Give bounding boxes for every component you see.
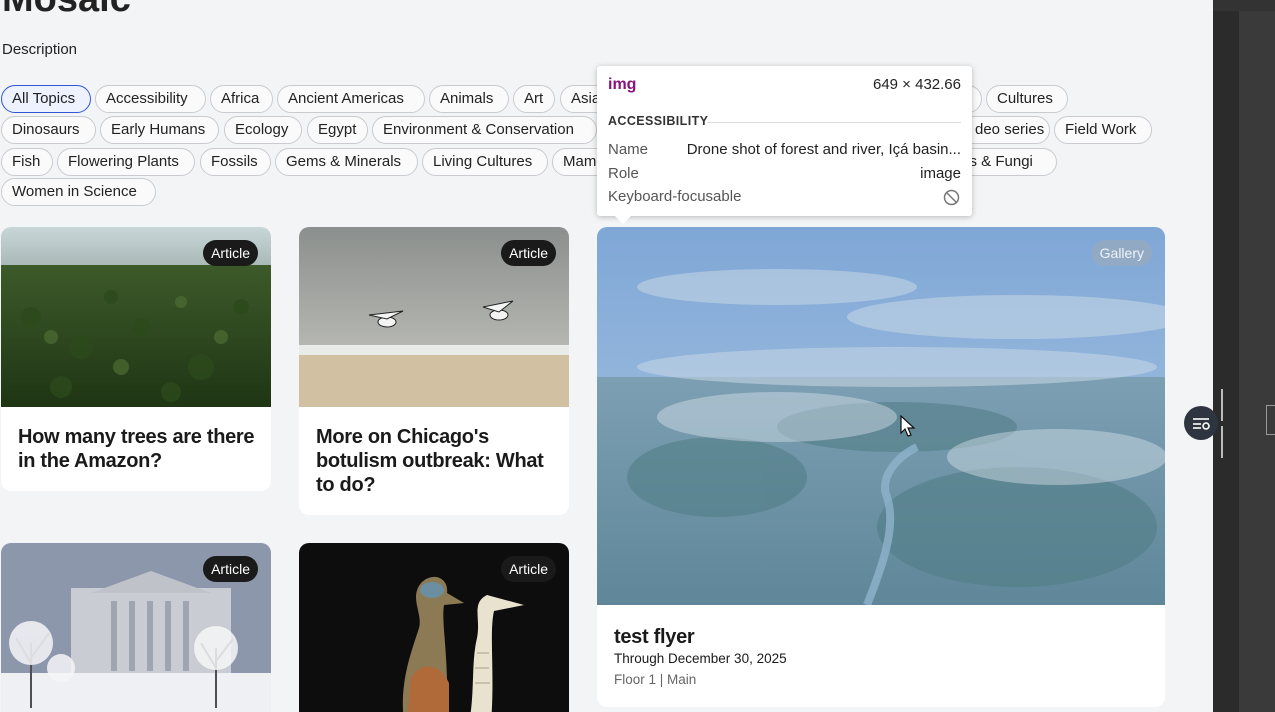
- role-label: Role: [608, 165, 639, 182]
- card-title[interactable]: test flyer: [614, 626, 695, 649]
- mouse-cursor-icon: [900, 415, 916, 437]
- topic-chip-accessibility[interactable]: Accessibility: [95, 85, 206, 113]
- devtools-splitter[interactable]: [1213, 11, 1239, 712]
- topic-chip-living-cultures[interactable]: Living Cultures: [422, 148, 548, 176]
- article-card[interactable]: Article: [299, 543, 569, 712]
- topic-chip-ancient-americas[interactable]: Ancient Americas: [277, 85, 425, 113]
- card-title[interactable]: How many trees are there in the Amazon?: [18, 425, 258, 473]
- topic-chip-field-work[interactable]: Field Work: [1054, 116, 1152, 144]
- content-type-badge: Article: [203, 240, 258, 266]
- topic-chip-art[interactable]: Art: [513, 85, 555, 113]
- topic-chip-fossils[interactable]: Fossils: [200, 148, 271, 176]
- blocked-icon: [943, 189, 960, 206]
- name-value: Drone shot of forest and river, Içá basi…: [686, 141, 961, 158]
- drag-handle-icon[interactable]: [1221, 389, 1227, 458]
- topic-chip-egypt[interactable]: Egypt: [307, 116, 368, 144]
- filter-toggle-button[interactable]: [1184, 406, 1218, 440]
- card-date: Through December 30, 2025: [614, 651, 787, 666]
- devtools-panel-edge: [1239, 11, 1275, 712]
- topic-chip-fish[interactable]: Fish: [1, 148, 53, 176]
- element-tag-name: img: [608, 76, 637, 93]
- page-description: Description: [2, 41, 78, 58]
- content-type-badge: Article: [203, 556, 258, 582]
- accessibility-section-heading: ACCESSIBILITY: [608, 114, 709, 128]
- article-card[interactable]: Article More on Chicago's botulism outbr…: [299, 227, 569, 515]
- topic-chip-africa[interactable]: Africa: [210, 85, 273, 113]
- card-location: Floor 1 | Main: [614, 672, 697, 687]
- topic-chip-gems-minerals[interactable]: Gems & Minerals: [275, 148, 418, 176]
- section-divider: [707, 122, 961, 123]
- article-card[interactable]: Article How many trees are there in the …: [1, 227, 271, 491]
- topic-chip-dinosaurs[interactable]: Dinosaurs: [1, 116, 96, 144]
- topic-chip-early-humans[interactable]: Early Humans: [100, 116, 219, 144]
- topic-chip-environment-conservation[interactable]: Environment & Conservation: [372, 116, 597, 144]
- topic-chip-flowering-plants[interactable]: Flowering Plants: [57, 148, 195, 176]
- card-title[interactable]: More on Chicago's botulism outbreak: Wha…: [316, 425, 556, 497]
- element-dimensions: 649 × 432.66: [872, 76, 961, 93]
- page-title: Mosaic: [2, 0, 131, 21]
- content-type-badge: Article: [501, 240, 556, 266]
- name-label: Name: [608, 141, 649, 158]
- tooltip-pointer: [615, 216, 631, 224]
- card-image-drone-forest-river[interactable]: [597, 227, 1165, 605]
- panel-edge-box: [1266, 405, 1275, 435]
- filter-toggle-icon: [1193, 418, 1210, 430]
- topic-chip-ecology[interactable]: Ecology: [224, 116, 302, 144]
- content-type-badge: Gallery: [1091, 240, 1152, 266]
- devtools-inspect-tooltip: img 649 × 432.66 ACCESSIBILITY Name Dron…: [597, 66, 972, 224]
- topic-chip-cultures[interactable]: Cultures: [986, 85, 1068, 113]
- content-type-badge: Article: [501, 556, 556, 582]
- topic-chip-animals[interactable]: Animals: [429, 85, 509, 113]
- keyboard-focusable-label: Keyboard-focusable: [608, 188, 742, 205]
- topic-chip-women-in-science[interactable]: Women in Science: [1, 178, 156, 206]
- gallery-card[interactable]: Gallery test flyer Through December 30, …: [597, 227, 1165, 707]
- role-value: image: [920, 165, 961, 182]
- article-card[interactable]: Article: [1, 543, 271, 712]
- web-page-viewport: Mosaic Description All Topics Accessibil…: [0, 0, 1213, 712]
- topic-chip-all-topics[interactable]: All Topics: [1, 85, 91, 113]
